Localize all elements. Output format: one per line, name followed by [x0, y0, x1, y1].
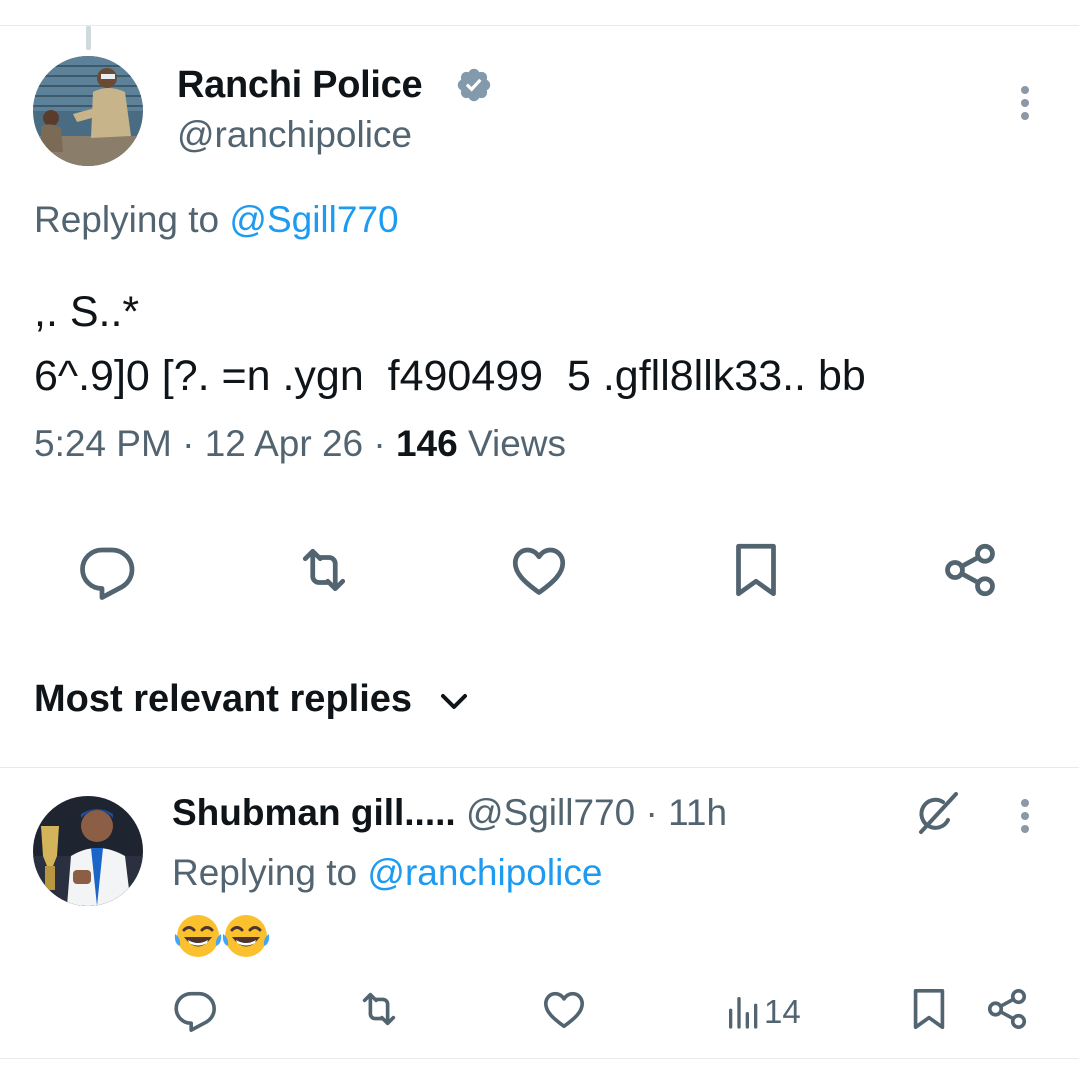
replying-to-link[interactable]: @Sgill770 [229, 199, 398, 240]
meta-separator: · [182, 423, 195, 464]
views-chart-icon [729, 997, 758, 1029]
reply-text: 😂😂 [172, 910, 270, 960]
author-handle[interactable]: @ranchipolice [177, 114, 412, 156]
reply-age[interactable]: 11h [668, 792, 727, 833]
reply-header: Shubman gill..... @Sgill770 · 11h [172, 792, 727, 834]
reply-icon [80, 547, 135, 600]
bookmark-icon [736, 543, 776, 597]
thread-connector [86, 26, 91, 50]
reply-replying-prefix: Replying to [172, 852, 368, 893]
tweet-time[interactable]: 5:24 PM [34, 423, 172, 464]
replying-to-prefix: Replying to [34, 199, 230, 240]
reply-like-button[interactable] [541, 986, 587, 1032]
retweet-icon [362, 992, 396, 1026]
share-icon [945, 543, 995, 597]
share-button[interactable] [940, 540, 1000, 600]
like-icon [543, 991, 585, 1029]
share-icon [987, 988, 1027, 1030]
reply-views-button[interactable]: 14 [724, 990, 801, 1034]
reply-share-button[interactable] [984, 986, 1030, 1032]
bottom-divider [0, 1058, 1079, 1059]
reply-icon [174, 991, 216, 1032]
more-options-icon[interactable] [1010, 84, 1040, 128]
tweet-date[interactable]: 12 Apr 26 [205, 423, 363, 464]
reply-author-handle[interactable]: @Sgill770 [466, 792, 635, 833]
retweet-icon [302, 548, 346, 592]
tears-of-joy-emoji-icon [222, 915, 270, 957]
views-count: 146 [395, 423, 458, 464]
reply-author-name[interactable]: Shubman gill..... [172, 792, 456, 833]
author-avatar[interactable] [33, 56, 143, 166]
reply-button[interactable] [77, 540, 137, 600]
author-name[interactable]: Ranchi Police [177, 64, 423, 107]
reply-views-count: 14 [764, 993, 801, 1030]
section-divider [0, 767, 1079, 768]
tweet-text-line-2: 6^.9]0 [?. =n .ygn f490499 5 .gfll8llk33… [34, 352, 866, 400]
replying-to-line: Replying to @Sgill770 [34, 199, 399, 241]
reply-bookmark-button[interactable] [906, 986, 952, 1032]
tweet-text: ,. S..* 6^.9]0 [?. =n .ygn f490499 5 .gfl… [34, 280, 866, 408]
tweet-text-line-1: ,. S..* [34, 288, 140, 336]
bookmark-icon [913, 988, 945, 1030]
reply-reply-button[interactable] [172, 986, 218, 1032]
chevron-down-icon[interactable] [436, 687, 472, 717]
meta-separator: · [373, 423, 386, 464]
like-button[interactable] [509, 540, 569, 600]
tears-of-joy-emoji-icon [174, 915, 222, 957]
reply-separator: · [645, 792, 658, 833]
bookmark-button[interactable] [726, 540, 786, 600]
retweet-button[interactable] [294, 540, 354, 600]
reply-more-options-icon[interactable] [1010, 797, 1040, 841]
verified-badge-icon [455, 66, 493, 104]
reply-replying-to-line: Replying to @ranchipolice [172, 852, 602, 894]
reply-author-avatar[interactable] [33, 796, 143, 906]
views-label: Views [468, 423, 567, 464]
tweet-meta: 5:24 PM · 12 Apr 26 · 146 Views [34, 423, 566, 465]
reply-replying-link[interactable]: @ranchipolice [367, 852, 602, 893]
like-icon [512, 547, 566, 595]
reply-retweet-button[interactable] [356, 986, 402, 1032]
replies-sort-label[interactable]: Most relevant replies [34, 678, 412, 721]
grok-icon[interactable] [908, 788, 962, 842]
top-divider [0, 25, 1079, 26]
